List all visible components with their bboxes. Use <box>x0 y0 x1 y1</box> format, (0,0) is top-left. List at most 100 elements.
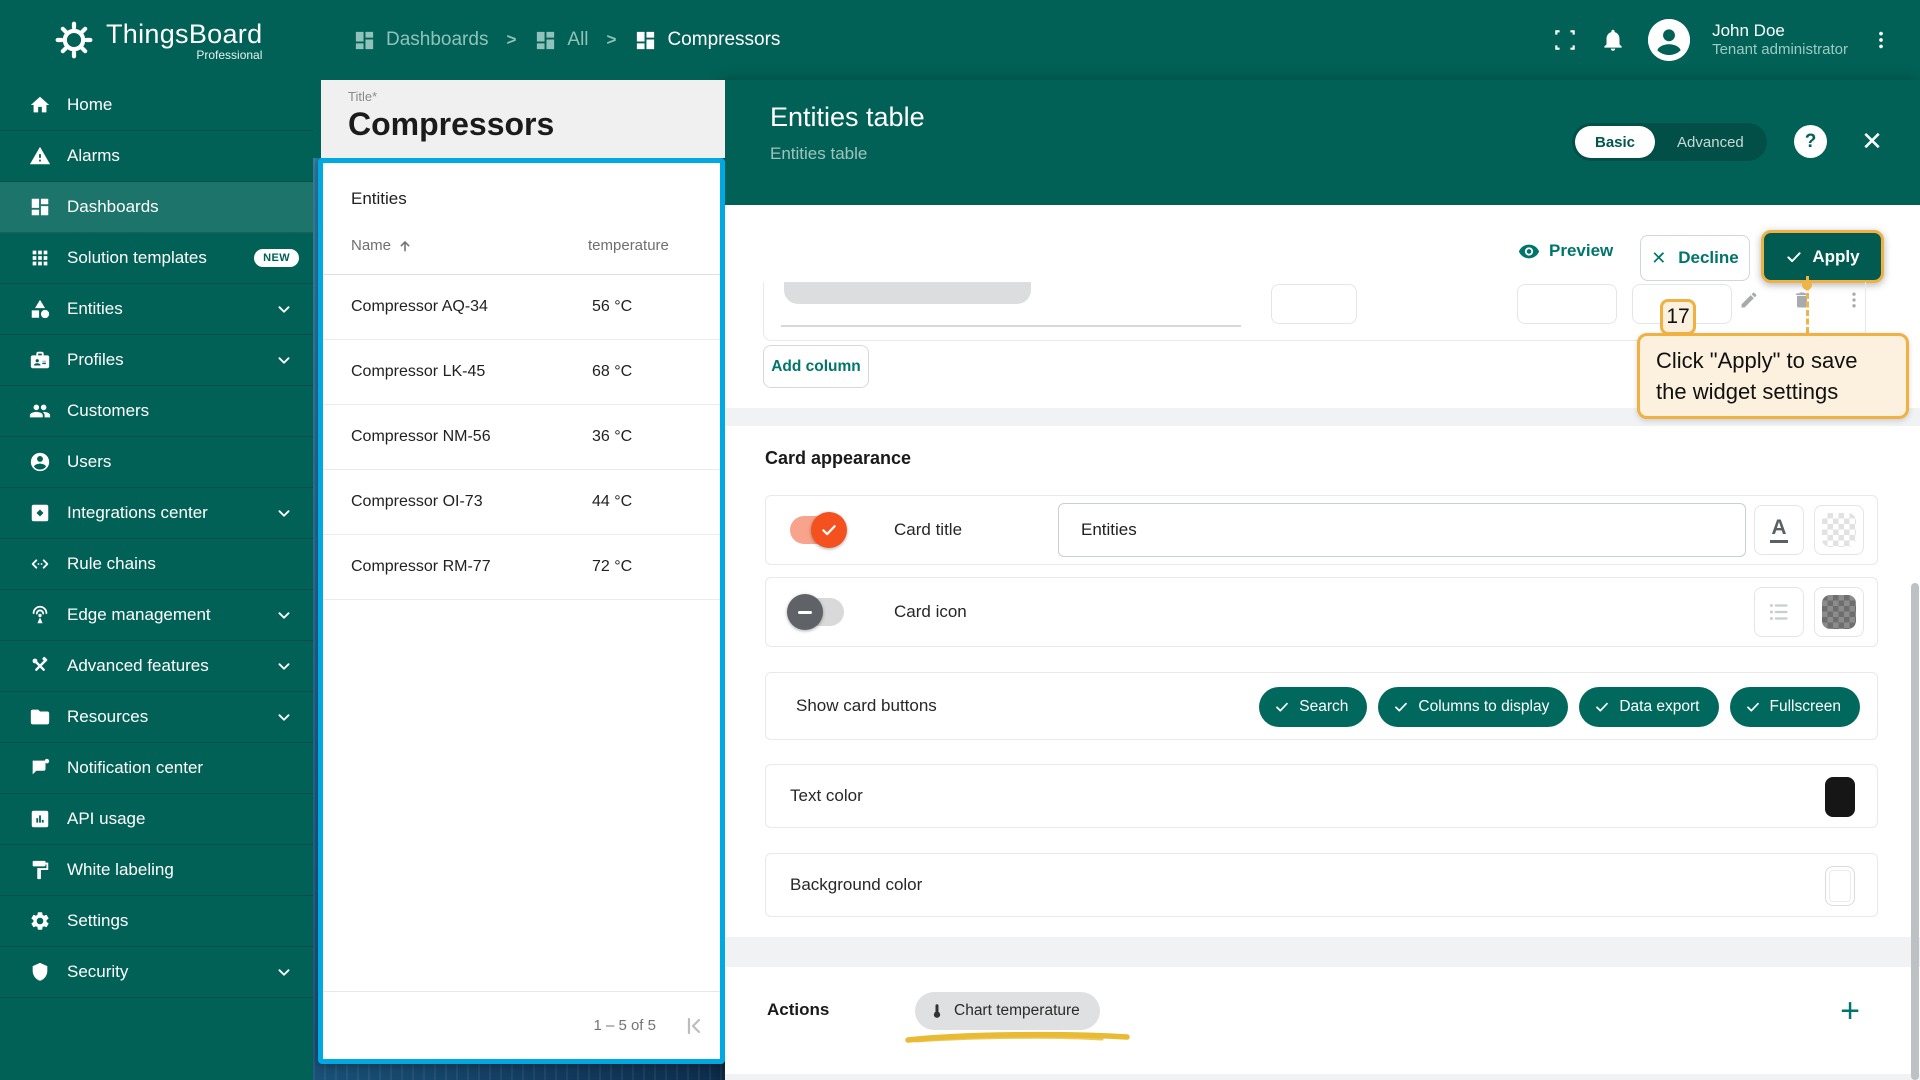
more-vert-icon[interactable] <box>1870 29 1892 51</box>
entity-name: Compressor AQ-34 <box>351 298 588 316</box>
sidebar-item-home[interactable]: Home <box>0 80 313 131</box>
sidebar-item-dashboards[interactable]: Dashboards <box>0 182 313 233</box>
action-chip-chart-temperature[interactable]: Chart temperature <box>915 992 1100 1030</box>
notifications-bell-icon[interactable] <box>1600 27 1626 53</box>
card-title-toggle[interactable] <box>790 516 844 544</box>
close-icon[interactable]: ✕ <box>1855 124 1889 158</box>
panel-header: Entities table Entities table BasicAdvan… <box>725 80 1920 205</box>
api-usage-icon <box>29 808 51 830</box>
column-name-header[interactable]: Name <box>351 237 588 254</box>
sidebar-item-edge-management[interactable]: Edge management <box>0 590 313 641</box>
breadcrumb-item-compressors[interactable]: Compressors <box>634 29 780 52</box>
widget-table-body: Compressor AQ-3456 °CCompressor LK-4568 … <box>323 275 720 600</box>
chevron-down-icon <box>273 706 295 728</box>
chevron-down-icon <box>273 349 295 371</box>
tutorial-marker-underline <box>902 1031 1133 1045</box>
alarms-icon <box>29 145 51 167</box>
icon-picker-button[interactable] <box>1754 587 1804 637</box>
white-labeling-icon <box>29 859 51 881</box>
dashboard-title-label: Title* <box>348 89 725 104</box>
entity-temperature: 56 °C <box>588 298 708 316</box>
add-action-button[interactable]: + <box>1830 991 1870 1031</box>
first-page-icon[interactable] <box>682 1014 706 1038</box>
card-button-chip-data-export[interactable]: Data export <box>1579 687 1718 727</box>
sidebar-item-label: Home <box>67 95 112 115</box>
sidebar-item-white-labeling[interactable]: White labeling <box>0 845 313 896</box>
delete-column-icon[interactable] <box>1792 290 1812 310</box>
text-format-button[interactable]: A <box>1754 505 1804 555</box>
sidebar-item-profiles[interactable]: Profiles <box>0 335 313 386</box>
section-divider <box>725 1074 1920 1080</box>
dashboard-icon <box>534 29 557 52</box>
sidebar-nav: Home Alarms Dashboards Solution templatesNE… <box>0 80 313 998</box>
card-appearance-heading: Card appearance <box>765 448 911 469</box>
sidebar-item-label: API usage <box>67 809 145 829</box>
sidebar-item-label: Advanced features <box>67 656 209 676</box>
column-field-clipped[interactable] <box>1271 284 1357 324</box>
apply-button[interactable]: Apply <box>1761 230 1884 283</box>
decline-button[interactable]: ✕ Decline <box>1640 235 1750 281</box>
breadcrumb-item-dashboards[interactable]: Dashboards <box>353 29 488 52</box>
chevron-down-icon <box>273 961 295 983</box>
sidebar-item-notification-center[interactable]: Notification center <box>0 743 313 794</box>
avatar[interactable] <box>1648 19 1690 61</box>
entity-temperature: 36 °C <box>588 428 708 446</box>
title-color-swatch-button[interactable] <box>1814 505 1864 555</box>
background-color-swatch[interactable] <box>1825 866 1855 906</box>
entities-table-widget[interactable]: Entities Name temperature Compressor AQ-… <box>318 158 725 1064</box>
sidebar-item-label: White labeling <box>67 860 174 880</box>
sidebar-item-settings[interactable]: Settings <box>0 896 313 947</box>
sidebar-item-users[interactable]: Users <box>0 437 313 488</box>
panel-scrollbar[interactable] <box>1911 583 1919 1080</box>
tutorial-tooltip: Click "Apply" to save the widget setting… <box>1637 333 1909 419</box>
settings-icon <box>29 910 51 932</box>
breadcrumb-item-all[interactable]: All <box>534 29 588 52</box>
fullscreen-icon[interactable] <box>1552 27 1578 53</box>
sidebar-item-integrations-center[interactable]: Integrations center <box>0 488 313 539</box>
column-field-clipped[interactable] <box>1517 284 1617 324</box>
help-icon[interactable]: ? <box>1794 125 1827 158</box>
card-title-input[interactable] <box>1058 503 1746 557</box>
sidebar-item-solution-templates[interactable]: Solution templatesNEW <box>0 233 313 284</box>
app-logo[interactable]: ThingsBoard Professional <box>0 0 313 80</box>
card-icon-toggle[interactable] <box>790 598 844 626</box>
sidebar-item-label: Resources <box>67 707 148 727</box>
sidebar-item-alarms[interactable]: Alarms <box>0 131 313 182</box>
user-menu[interactable]: John Doe Tenant administrator <box>1712 20 1848 60</box>
x-icon: ✕ <box>1651 249 1669 267</box>
icon-color-swatch-button[interactable] <box>1814 587 1864 637</box>
column-temperature-header[interactable]: temperature <box>588 237 708 254</box>
show-card-buttons-label: Show card buttons <box>796 696 937 716</box>
list-icon <box>1766 599 1792 625</box>
sidebar-item-resources[interactable]: Resources <box>0 692 313 743</box>
sidebar-item-rule-chains[interactable]: Rule chains <box>0 539 313 590</box>
sidebar-item-security[interactable]: Security <box>0 947 313 998</box>
card-icon-label: Card icon <box>894 602 967 622</box>
preview-button[interactable]: Preview <box>1518 240 1613 262</box>
card-button-chip-search[interactable]: Search <box>1259 687 1367 727</box>
card-button-chip-columns-to-display[interactable]: Columns to display <box>1378 687 1568 727</box>
sidebar-item-label: Dashboards <box>67 197 159 217</box>
chevron-down-icon <box>273 655 295 677</box>
add-column-button[interactable]: Add column <box>763 345 869 388</box>
sidebar-item-customers[interactable]: Customers <box>0 386 313 437</box>
text-color-swatch[interactable] <box>1825 777 1855 817</box>
sidebar-item-api-usage[interactable]: API usage <box>0 794 313 845</box>
sidebar-item-label: Alarms <box>67 146 120 166</box>
show-card-buttons-row: Show card buttons Search Columns to displ… <box>765 672 1878 740</box>
breadcrumb-separator: > <box>506 30 516 50</box>
mode-option-basic[interactable]: Basic <box>1575 126 1655 158</box>
mode-option-advanced[interactable]: Advanced <box>1657 126 1764 158</box>
sidebar-item-advanced-features[interactable]: Advanced features <box>0 641 313 692</box>
security-icon <box>29 961 51 983</box>
edit-column-icon[interactable] <box>1739 290 1759 310</box>
users-icon <box>29 451 51 473</box>
column-slider-clipped[interactable] <box>784 282 1031 304</box>
more-column-icon[interactable] <box>1844 290 1864 310</box>
entity-name: Compressor RM-77 <box>351 558 588 576</box>
dashboard-title-input[interactable]: Compressors <box>348 106 725 143</box>
background-color-label: Background color <box>790 875 922 895</box>
sidebar-item-entities[interactable]: Entities <box>0 284 313 335</box>
breadcrumb-separator: > <box>607 30 617 50</box>
card-button-chip-fullscreen[interactable]: Fullscreen <box>1730 687 1861 727</box>
